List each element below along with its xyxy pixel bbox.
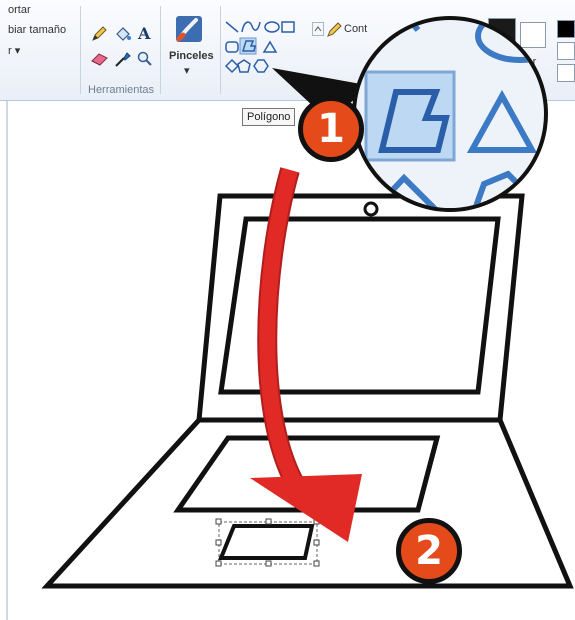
magnifier-handle xyxy=(363,201,379,217)
step-2-badge: 2 xyxy=(396,518,462,584)
tutorial-overlay xyxy=(250,16,548,542)
curved-arrow xyxy=(250,167,362,542)
step-1-badge: 1 xyxy=(298,96,364,162)
magnifier-lens xyxy=(356,20,544,208)
